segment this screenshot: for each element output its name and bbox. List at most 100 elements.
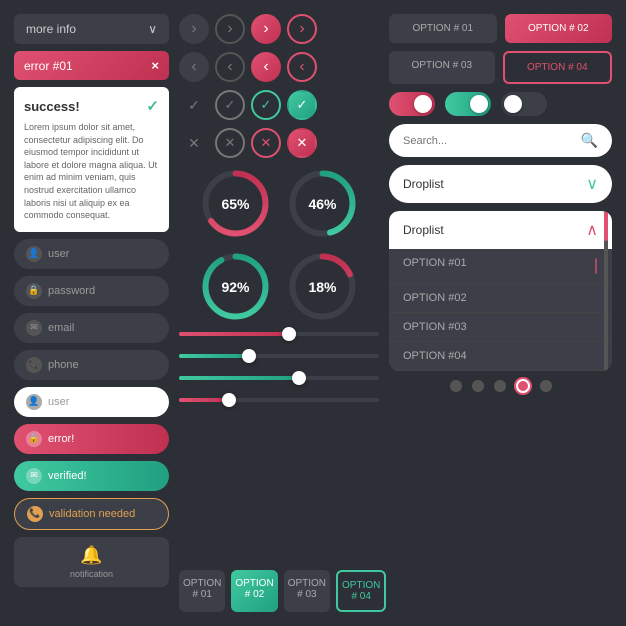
droplist-item-1-label: OPTION #01 [403,257,467,275]
progress-label-65: 65% [221,196,249,212]
verified-email-icon: ✉ [26,468,42,484]
error-input[interactable]: 🔒 error! [14,424,169,454]
notification-label: notification [70,569,113,579]
cross-filled-red[interactable]: ✕ [287,128,317,158]
option-btn-02[interactable]: OPTION # 02 [505,14,613,43]
right-arrow-outline[interactable]: › [215,14,245,44]
droplist-open-label: Droplist [403,223,444,237]
phone-placeholder: phone [48,359,79,371]
right-column: OPTION # 01 OPTION # 02 OPTION # 03 OPTI… [389,14,612,612]
error-badge[interactable]: error #01 × [14,51,169,80]
left-arrow-filled[interactable]: ‹ [251,52,281,82]
left-arrow-flat[interactable]: ‹ [179,52,209,82]
droplist-open-header[interactable]: Droplist ∧ [389,211,612,249]
search-input[interactable] [403,135,581,147]
email-input-dark[interactable]: ✉ email [14,313,169,343]
droplist-scrollbar[interactable] [604,211,608,371]
droplist-item-3[interactable]: OPTION #03 [389,313,612,342]
error-input-label: error! [48,433,74,445]
chevron-down-icon: ∨ [148,22,157,36]
success-title: success! [24,99,80,114]
droplist-item-4-label: OPTION #04 [403,350,467,362]
droplist-scrollbar-thumb[interactable] [604,211,608,241]
toggle-3-thumb [504,95,522,113]
radio-dot-4[interactable] [516,379,530,393]
droplist-item-1[interactable]: OPTION #01 | [389,249,612,284]
progress-row-2: 92% 18% [179,249,379,324]
droplist-closed[interactable]: Droplist ∨ [389,165,612,203]
radio-dot-1[interactable] [450,380,462,392]
email-icon: ✉ [26,320,42,336]
more-info-dropdown[interactable]: more info ∨ [14,14,169,44]
user2-placeholder: user [48,396,69,408]
options-row-1: OPTION # 01 OPTION # 02 [389,14,612,43]
option-btn-04[interactable]: OPTION # 04 [503,51,613,84]
progress-row-1: 65% 46% [179,166,379,241]
toggle-3[interactable] [501,92,547,116]
slider-thumb-3[interactable] [292,371,306,385]
option-btn-01[interactable]: OPTION # 01 [389,14,497,43]
user-icon: 👤 [26,246,42,262]
left-arrow-circle-outline[interactable]: ‹ [287,52,317,82]
slider-fill-3 [179,376,299,380]
user-input-white[interactable]: 👤 user [14,387,169,417]
close-icon[interactable]: × [151,58,159,73]
sliders-section [179,332,379,402]
slider-thumb-1[interactable] [282,327,296,341]
droplist-item-2[interactable]: OPTION #02 [389,284,612,313]
more-info-label: more info [26,22,76,36]
options-row-2: OPTION # 03 OPTION # 04 [389,51,612,84]
cross-row: ✕ ✕ ✕ ✕ [179,128,379,158]
right-arrow-flat[interactable]: › [179,14,209,44]
phone-input-dark[interactable]: 📞 phone [14,350,169,380]
radio-row [389,379,612,393]
droplist-closed-label: Droplist [403,177,444,191]
mid-tab-1[interactable]: OPTION # 01 [179,570,225,612]
mid-tab-4[interactable]: OPTION # 04 [336,570,386,612]
droplist-item-4[interactable]: OPTION #04 [389,342,612,371]
slider-thumb-4[interactable] [222,393,236,407]
toggle-2-thumb [470,95,488,113]
check-icon: ✓ [146,97,159,115]
toggle-2[interactable] [445,92,491,116]
progress-circle-92: 92% [198,249,273,324]
radio-dot-3[interactable] [494,380,506,392]
radio-dot-2[interactable] [472,380,484,392]
check-outline-1[interactable]: ✓ [215,90,245,120]
check-filled-green[interactable]: ✓ [287,90,317,120]
progress-circle-46: 46% [285,166,360,241]
toggle-1[interactable] [389,92,435,116]
check-row: ✓ ✓ ✓ ✓ [179,90,379,120]
verified-input[interactable]: ✉ verified! [14,461,169,491]
cross-outline-1[interactable]: ✕ [215,128,245,158]
mid-tab-3[interactable]: OPTION # 03 [284,570,330,612]
search-bar[interactable]: 🔍 [389,124,612,157]
warning-input[interactable]: 📞 validation needed [14,498,169,530]
right-arrow-circle-outline[interactable]: › [287,14,317,44]
user-placeholder: user [48,248,69,260]
option-btn-03[interactable]: OPTION # 03 [389,51,495,84]
middle-column: › › › › ‹ ‹ ‹ ‹ ✓ ✓ ✓ ✓ ✕ ✕ ✕ ✕ [179,14,379,612]
phone-icon: 📞 [26,357,42,373]
radio-dot-5[interactable] [540,380,552,392]
success-body: Lorem ipsum dolor sit amet, consectetur … [24,121,159,222]
password-input-dark[interactable]: 🔒 password [14,276,169,306]
slider-thumb-2[interactable] [242,349,256,363]
verified-input-label: verified! [48,470,87,482]
cross-outline-red[interactable]: ✕ [251,128,281,158]
left-column: more info ∨ error #01 × success! ✓ Lorem… [14,14,169,612]
droplist-open: Droplist ∧ OPTION #01 | OPTION #02 OPTIO… [389,211,612,371]
right-arrows-row: › › › › [179,14,379,44]
left-arrow-outline[interactable]: ‹ [215,52,245,82]
notification-button[interactable]: 🔔 notification [14,537,169,587]
mid-tab-2[interactable]: OPTION # 02 [231,570,277,612]
bell-icon: 🔔 [80,545,102,566]
droplist-item-1-indicator: | [594,257,598,275]
right-arrow-filled[interactable]: › [251,14,281,44]
toggle-1-thumb [414,95,432,113]
progress-circle-18: 18% [285,249,360,324]
check-outline-green[interactable]: ✓ [251,90,281,120]
user-input-dark[interactable]: 👤 user [14,239,169,269]
progress-label-46: 46% [308,196,336,212]
chevron-up-icon: ∧ [586,220,598,240]
